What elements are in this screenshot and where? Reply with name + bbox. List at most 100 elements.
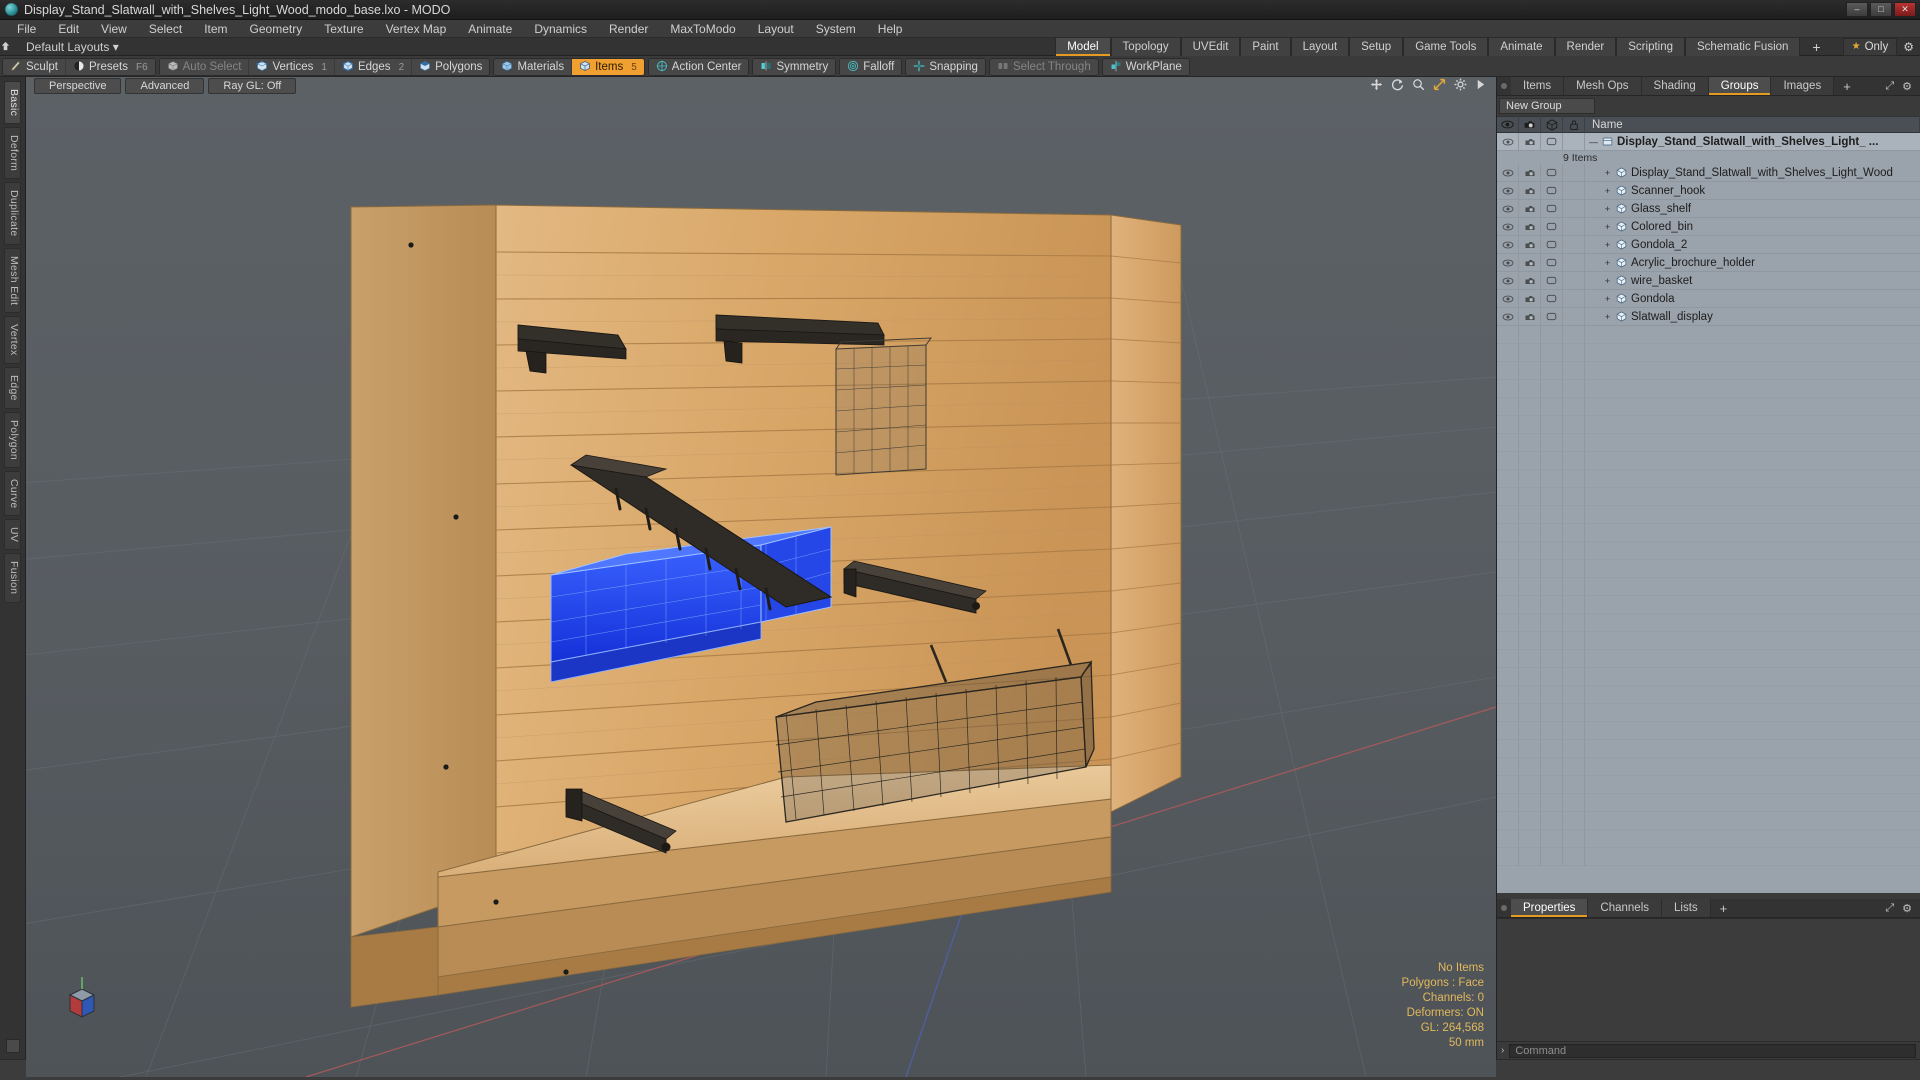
play-icon[interactable] xyxy=(1475,79,1486,93)
properties-tab-add-button[interactable]: + xyxy=(1711,899,1737,917)
maximize-button[interactable]: □ xyxy=(1870,2,1892,17)
group-tree[interactable]: —Display_Stand_Slatwall_with_Shelves_Lig… xyxy=(1497,133,1920,893)
menu-item-edit[interactable]: Edit xyxy=(47,20,90,38)
tree-row[interactable]: +Acrylic_brochure_holder xyxy=(1497,254,1920,272)
tool-tab-basic[interactable]: Basic xyxy=(4,81,21,124)
tree-cell-lock-icon[interactable] xyxy=(1563,272,1585,290)
tree-cell-eye-icon[interactable] xyxy=(1497,290,1519,308)
tree-cell-lock-icon[interactable] xyxy=(1563,290,1585,308)
layout-tab-animate[interactable]: Animate xyxy=(1488,38,1554,56)
layout-tab-paint[interactable]: Paint xyxy=(1240,38,1290,56)
toolbar-button-select-through[interactable]: Select Through xyxy=(990,59,1098,75)
tree-cell-lock-icon[interactable] xyxy=(1563,254,1585,272)
tree-cell-render-icon[interactable] xyxy=(1519,164,1541,182)
viewport-3d[interactable]: Perspective Advanced Ray GL: Off xyxy=(26,77,1496,1059)
toolbar-button-sculpt[interactable]: Sculpt xyxy=(3,59,66,75)
tree-row[interactable]: +Display_Stand_Slatwall_with_Shelves_Lig… xyxy=(1497,164,1920,182)
tree-expander-icon[interactable]: + xyxy=(1603,204,1612,214)
tree-row[interactable]: +Scanner_hook xyxy=(1497,182,1920,200)
menu-item-vertex-map[interactable]: Vertex Map xyxy=(375,20,458,38)
tool-tab-duplicate[interactable]: Duplicate xyxy=(4,182,21,244)
menu-item-select[interactable]: Select xyxy=(138,20,193,38)
menu-item-item[interactable]: Item xyxy=(193,20,238,38)
tree-cell-render-icon[interactable] xyxy=(1519,254,1541,272)
tree-expander-icon[interactable]: + xyxy=(1603,186,1612,196)
tree-expander-icon[interactable]: + xyxy=(1603,240,1612,250)
layout-tab-topology[interactable]: Topology xyxy=(1111,38,1181,56)
tree-cell-render-icon[interactable] xyxy=(1519,200,1541,218)
gear-icon[interactable]: ⚙ xyxy=(1902,80,1912,93)
tree-expander-icon[interactable]: + xyxy=(1603,258,1612,268)
tree-cell-eye-icon[interactable] xyxy=(1497,218,1519,236)
tree-row[interactable]: +Glass_shelf xyxy=(1497,200,1920,218)
tree-expander-icon[interactable]: — xyxy=(1589,137,1598,147)
properties-menu-dot[interactable] xyxy=(1497,899,1511,917)
tree-cell-eye-icon[interactable] xyxy=(1497,236,1519,254)
layout-tab-scripting[interactable]: Scripting xyxy=(1616,38,1685,56)
tree-cell-shape-icon[interactable] xyxy=(1541,236,1563,254)
layout-tab-render[interactable]: Render xyxy=(1555,38,1617,56)
sidebar-toggle-box[interactable] xyxy=(6,1039,20,1053)
tree-cell-shape-icon[interactable] xyxy=(1541,133,1563,151)
menu-item-view[interactable]: View xyxy=(90,20,138,38)
viewport-tab-raygl[interactable]: Ray GL: Off xyxy=(208,78,296,94)
panel-menu-dot[interactable] xyxy=(1497,77,1511,95)
gear-icon[interactable]: ⚙ xyxy=(1902,902,1912,915)
toolbar-button-symmetry[interactable]: Symmetry xyxy=(753,59,835,75)
tree-cell-eye-icon[interactable] xyxy=(1497,133,1519,151)
tree-cell-render-icon[interactable] xyxy=(1519,133,1541,151)
viewport-canvas[interactable] xyxy=(26,77,1496,1077)
menu-item-help[interactable]: Help xyxy=(867,20,914,38)
menu-item-file[interactable]: File xyxy=(6,20,47,38)
tool-tab-edge[interactable]: Edge xyxy=(4,367,21,409)
tree-cell-render-icon[interactable] xyxy=(1519,236,1541,254)
tree-expander-icon[interactable]: + xyxy=(1603,168,1612,178)
tree-expander-icon[interactable]: + xyxy=(1603,312,1612,322)
tool-tab-curve[interactable]: Curve xyxy=(4,471,21,517)
menu-item-layout[interactable]: Layout xyxy=(747,20,805,38)
tree-cell-eye-icon[interactable] xyxy=(1497,164,1519,182)
properties-tab-lists[interactable]: Lists xyxy=(1662,899,1711,917)
toolbar-button-materials[interactable]: Materials xyxy=(494,59,572,75)
chevron-right-icon[interactable]: › xyxy=(1501,1045,1504,1056)
gear-icon[interactable] xyxy=(1454,78,1467,94)
tree-cell-lock-icon[interactable] xyxy=(1563,200,1585,218)
tree-cell-lock-icon[interactable] xyxy=(1563,133,1585,151)
tool-tab-vertex[interactable]: Vertex xyxy=(4,316,21,364)
tree-row[interactable]: +Gondola_2 xyxy=(1497,236,1920,254)
menu-item-render[interactable]: Render xyxy=(598,20,659,38)
gear-icon[interactable]: ⚙ xyxy=(1903,40,1914,54)
tree-expander-icon[interactable]: + xyxy=(1603,294,1612,304)
tool-tab-mesh-edit[interactable]: Mesh Edit xyxy=(4,248,21,313)
properties-tab-properties[interactable]: Properties xyxy=(1511,899,1588,917)
tool-tab-fusion[interactable]: Fusion xyxy=(4,553,21,602)
tool-tab-polygon[interactable]: Polygon xyxy=(4,412,21,468)
tree-row[interactable]: —Display_Stand_Slatwall_with_Shelves_Lig… xyxy=(1497,133,1920,151)
panel-tab-shading[interactable]: Shading xyxy=(1642,77,1709,95)
tree-expander-icon[interactable]: + xyxy=(1603,276,1612,286)
menu-item-geometry[interactable]: Geometry xyxy=(239,20,314,38)
tool-tab-deform[interactable]: Deform xyxy=(4,127,21,179)
new-group-button[interactable]: New Group xyxy=(1499,98,1595,114)
tree-expander-icon[interactable]: + xyxy=(1603,222,1612,232)
layout-tab-layout[interactable]: Layout xyxy=(1291,38,1350,56)
tree-cell-shape-icon[interactable] xyxy=(1541,200,1563,218)
toolbar-button-workplane[interactable]: WorkPlane xyxy=(1103,59,1189,75)
zoom-icon[interactable] xyxy=(1412,78,1425,94)
render-icon[interactable] xyxy=(1519,116,1541,133)
eye-icon[interactable] xyxy=(1497,116,1519,133)
tree-cell-eye-icon[interactable] xyxy=(1497,254,1519,272)
tree-cell-shape-icon[interactable] xyxy=(1541,218,1563,236)
tree-row[interactable]: +Gondola xyxy=(1497,290,1920,308)
close-button[interactable]: ✕ xyxy=(1894,2,1916,17)
tree-cell-shape-icon[interactable] xyxy=(1541,164,1563,182)
properties-tab-channels[interactable]: Channels xyxy=(1588,899,1662,917)
panel-tab-items[interactable]: Items xyxy=(1511,77,1564,95)
viewport-tab-perspective[interactable]: Perspective xyxy=(34,78,121,94)
lock-icon[interactable] xyxy=(1563,116,1585,133)
toolbar-button-action-center[interactable]: Action Center xyxy=(649,59,749,75)
panel-tab-images[interactable]: Images xyxy=(1771,77,1834,95)
layout-tab-model[interactable]: Model xyxy=(1055,38,1110,56)
toolbar-button-auto-select[interactable]: Auto Select xyxy=(160,59,250,75)
tree-cell-shape-icon[interactable] xyxy=(1541,182,1563,200)
